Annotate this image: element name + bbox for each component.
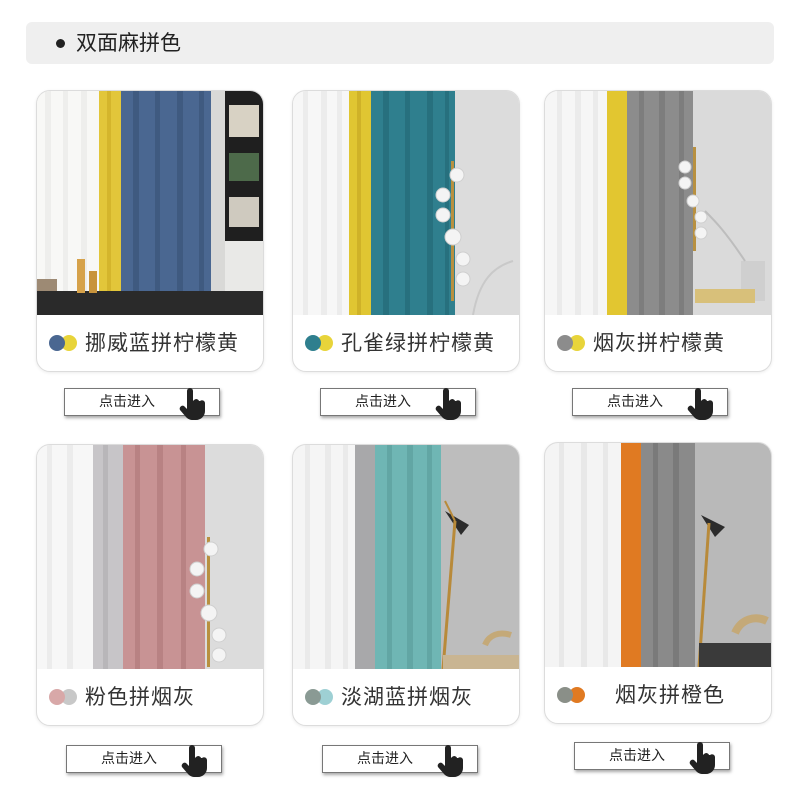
card-label: 烟灰拼柠檬黄 — [545, 315, 771, 371]
card-label: 粉色拼烟灰 — [37, 669, 263, 725]
color-swatch-primary — [557, 335, 573, 351]
hand-pointer-icon — [687, 388, 713, 420]
product-card-smoke-gray-lemon[interactable]: 烟灰拼柠檬黄 — [544, 90, 772, 372]
product-card-light-lake-blue[interactable]: 淡湖蓝拼烟灰 — [292, 444, 520, 726]
enter-button[interactable]: 点击进入 — [320, 388, 476, 420]
color-swatch-primary — [49, 335, 65, 351]
enter-button[interactable]: 点击进入 — [64, 388, 220, 420]
product-card-pink[interactable]: 粉色拼烟灰 — [36, 444, 264, 726]
product-photo — [545, 443, 771, 667]
enter-button-label: 点击进入 — [607, 394, 663, 410]
enter-button-label: 点击进入 — [357, 751, 413, 767]
card-label: 淡湖蓝拼烟灰 — [293, 669, 519, 725]
product-name: 孔雀绿拼柠檬黄 — [341, 331, 495, 355]
color-swatch-primary — [305, 335, 321, 351]
card-label: 烟灰拼橙色 — [545, 667, 771, 723]
hand-pointer-icon — [179, 388, 205, 420]
enter-button-label: 点击进入 — [99, 394, 155, 410]
card-label: 挪威蓝拼柠檬黄 — [37, 315, 263, 371]
color-swatch-primary — [305, 689, 321, 705]
product-photo — [293, 91, 519, 315]
product-photo — [293, 445, 519, 669]
card-label: 孔雀绿拼柠檬黄 — [293, 315, 519, 371]
hand-pointer-icon — [435, 388, 461, 420]
bullet-dot — [56, 39, 65, 48]
product-photo — [37, 91, 263, 315]
section-header: 双面麻拼色 — [26, 22, 774, 64]
color-swatch-primary — [49, 689, 65, 705]
product-card-peacock-green[interactable]: 孔雀绿拼柠檬黄 — [292, 90, 520, 372]
color-swatch-primary — [557, 687, 573, 703]
product-card-norway-blue[interactable]: 挪威蓝拼柠檬黄 — [36, 90, 264, 372]
section-title: 双面麻拼色 — [76, 31, 181, 55]
hand-pointer-icon — [181, 745, 207, 777]
enter-button[interactable]: 点击进入 — [572, 388, 728, 420]
enter-button-label: 点击进入 — [609, 748, 665, 764]
product-name: 淡湖蓝拼烟灰 — [341, 685, 473, 709]
product-name: 烟灰拼柠檬黄 — [593, 331, 725, 355]
product-name: 烟灰拼橙色 — [615, 683, 725, 707]
hand-pointer-icon — [689, 742, 715, 774]
product-name: 粉色拼烟灰 — [85, 685, 195, 709]
product-photo — [37, 445, 263, 669]
product-photo — [545, 91, 771, 315]
enter-button[interactable]: 点击进入 — [66, 745, 222, 777]
enter-button[interactable]: 点击进入 — [574, 742, 730, 774]
product-card-smoke-gray-orange[interactable]: 烟灰拼橙色 — [544, 442, 772, 724]
enter-button-label: 点击进入 — [101, 751, 157, 767]
hand-pointer-icon — [437, 745, 463, 777]
product-name: 挪威蓝拼柠檬黄 — [85, 331, 239, 355]
enter-button-label: 点击进入 — [355, 394, 411, 410]
enter-button[interactable]: 点击进入 — [322, 745, 478, 777]
